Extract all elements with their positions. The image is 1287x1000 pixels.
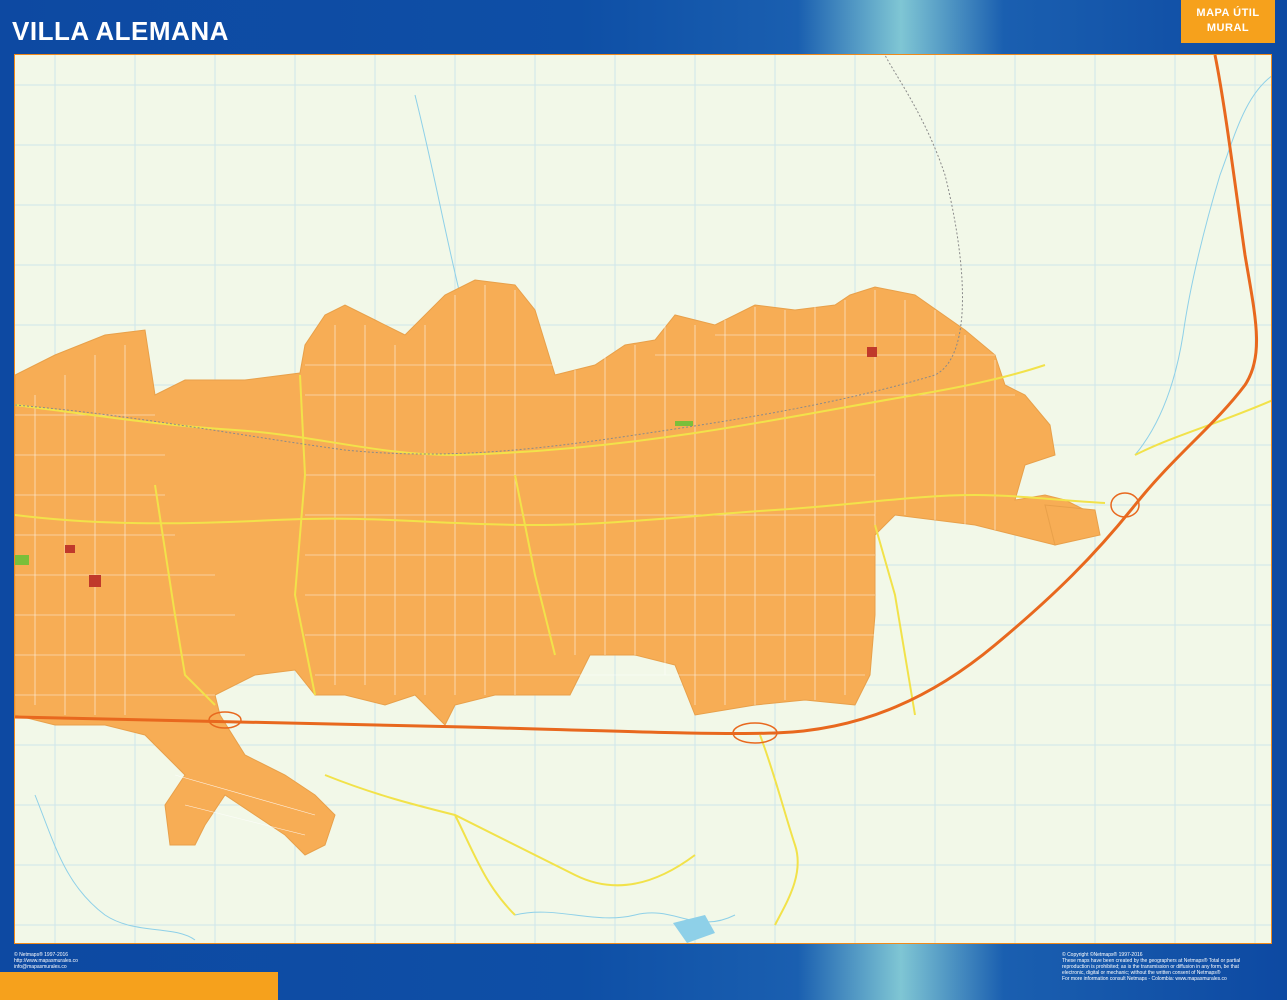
footer-accent-bar	[0, 972, 278, 1000]
brand-badge[interactable]: MAPA ÚTIL MURAL	[1181, 0, 1275, 43]
landmark-building	[867, 347, 877, 357]
footer-credits: © Netmaps® 1997-2016 http://www.mapasmur…	[14, 952, 78, 970]
reservoir	[673, 915, 715, 943]
map-title: VILLA ALEMANA	[12, 16, 229, 46]
urban-area	[15, 279, 1096, 856]
landmark-building	[65, 545, 75, 553]
map-canvas	[15, 55, 1271, 943]
footer-legal: © Copyright ©Netmaps® 1997-2016 These ma…	[1062, 952, 1272, 982]
legal-line: For more information consult Netmaps - C…	[1062, 976, 1227, 982]
email-link[interactable]: info@mapasmurales.co	[14, 964, 78, 970]
park	[675, 421, 693, 426]
badge-line-1: MAPA ÚTIL	[1196, 7, 1260, 19]
urban-area-east	[1044, 504, 1101, 546]
badge-line-2: MURAL	[1206, 22, 1250, 34]
street-map[interactable]	[14, 54, 1272, 944]
park	[15, 555, 29, 565]
landmark-building	[89, 575, 101, 587]
